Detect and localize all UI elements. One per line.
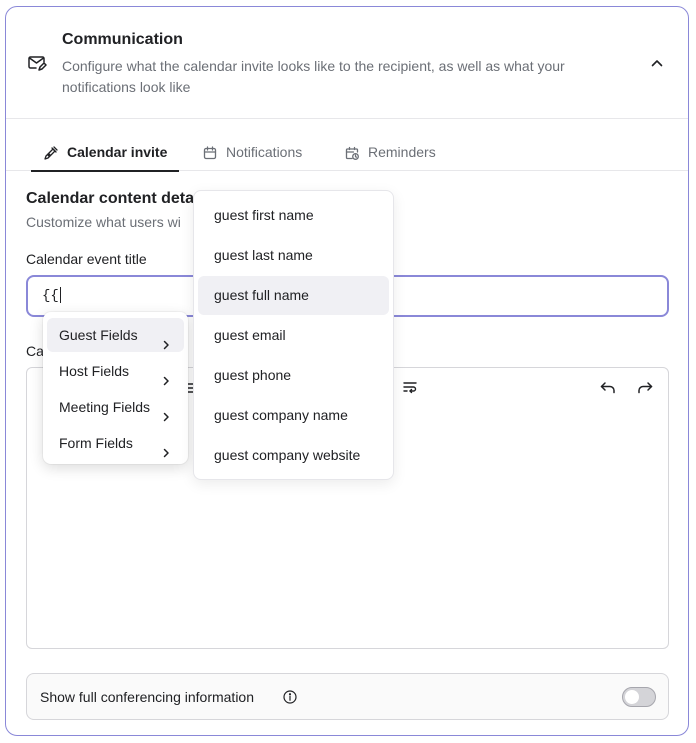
communication-tabs: Calendar invite Notifications Reminders <box>6 119 688 172</box>
section-subtitle: Configure what the calendar invite looks… <box>62 58 565 95</box>
tab-label: Notifications <box>226 144 303 160</box>
event-title-label: Calendar event title <box>26 251 147 267</box>
calendar-content-title: Calendar content deta <box>26 190 195 207</box>
submenu-item-guest-company-website[interactable]: guest company website <box>198 436 389 475</box>
menu-item-guest-fields[interactable]: Guest Fields <box>47 318 184 352</box>
description-label: Caic <box>26 343 182 359</box>
tab-label: Calendar invite <box>67 144 168 160</box>
submenu-item-guest-full-name[interactable]: guest full name <box>198 276 389 315</box>
description-label-start: Ca <box>26 343 44 359</box>
pen-tool-icon <box>43 144 59 164</box>
submenu-item-guest-phone[interactable]: guest phone <box>198 356 389 395</box>
menu-item-label: Guest Fields <box>59 327 138 343</box>
tab-calendar-invite[interactable]: Calendar invite <box>30 144 180 172</box>
calendar-content-description: Customize what users wi <box>26 214 181 230</box>
chevron-right-icon <box>160 437 172 458</box>
event-title-value: {{ <box>42 288 59 304</box>
conferencing-row: Show full conferencing information <box>26 673 669 720</box>
guest-fields-submenu: guest first name guest last name guest f… <box>193 190 394 480</box>
text-wrap-icon[interactable] <box>400 378 420 398</box>
menu-item-label: Meeting Fields <box>59 399 151 415</box>
field-category-menu: Guest Fields Host Fields Meeting Fields … <box>43 312 188 464</box>
toggle-knob <box>625 690 639 704</box>
tab-notifications[interactable]: Notifications <box>202 144 302 171</box>
chevron-right-icon <box>160 365 172 386</box>
chevron-up-icon[interactable] <box>646 52 668 74</box>
section-title: Communication <box>62 31 183 48</box>
menu-item-label: Form Fields <box>59 435 133 451</box>
menu-item-form-fields[interactable]: Form Fields <box>47 426 184 460</box>
redo-icon[interactable] <box>635 378 655 398</box>
tab-reminders[interactable]: Reminders <box>344 144 436 171</box>
undo-icon[interactable] <box>598 378 618 398</box>
submenu-item-guest-first-name[interactable]: guest first name <box>198 196 389 235</box>
menu-item-label: Host Fields <box>59 363 130 379</box>
chevron-right-icon <box>160 401 172 422</box>
submenu-item-guest-email[interactable]: guest email <box>198 316 389 355</box>
menu-item-meeting-fields[interactable]: Meeting Fields <box>47 390 184 424</box>
info-icon[interactable] <box>283 690 297 704</box>
menu-item-host-fields[interactable]: Host Fields <box>47 354 184 388</box>
communication-header[interactable]: Communication Configure what the calenda… <box>6 7 688 119</box>
calendar-icon <box>202 144 218 164</box>
conferencing-toggle[interactable] <box>622 687 656 707</box>
calendar-clock-icon <box>344 144 360 164</box>
tab-label: Reminders <box>368 144 436 160</box>
chevron-right-icon <box>160 329 172 350</box>
text-caret <box>59 287 61 304</box>
mail-edit-icon <box>27 53 47 73</box>
submenu-item-guest-company-name[interactable]: guest company name <box>198 396 389 435</box>
conferencing-label: Show full conferencing information <box>40 689 255 705</box>
submenu-item-guest-last-name[interactable]: guest last name <box>198 236 389 275</box>
